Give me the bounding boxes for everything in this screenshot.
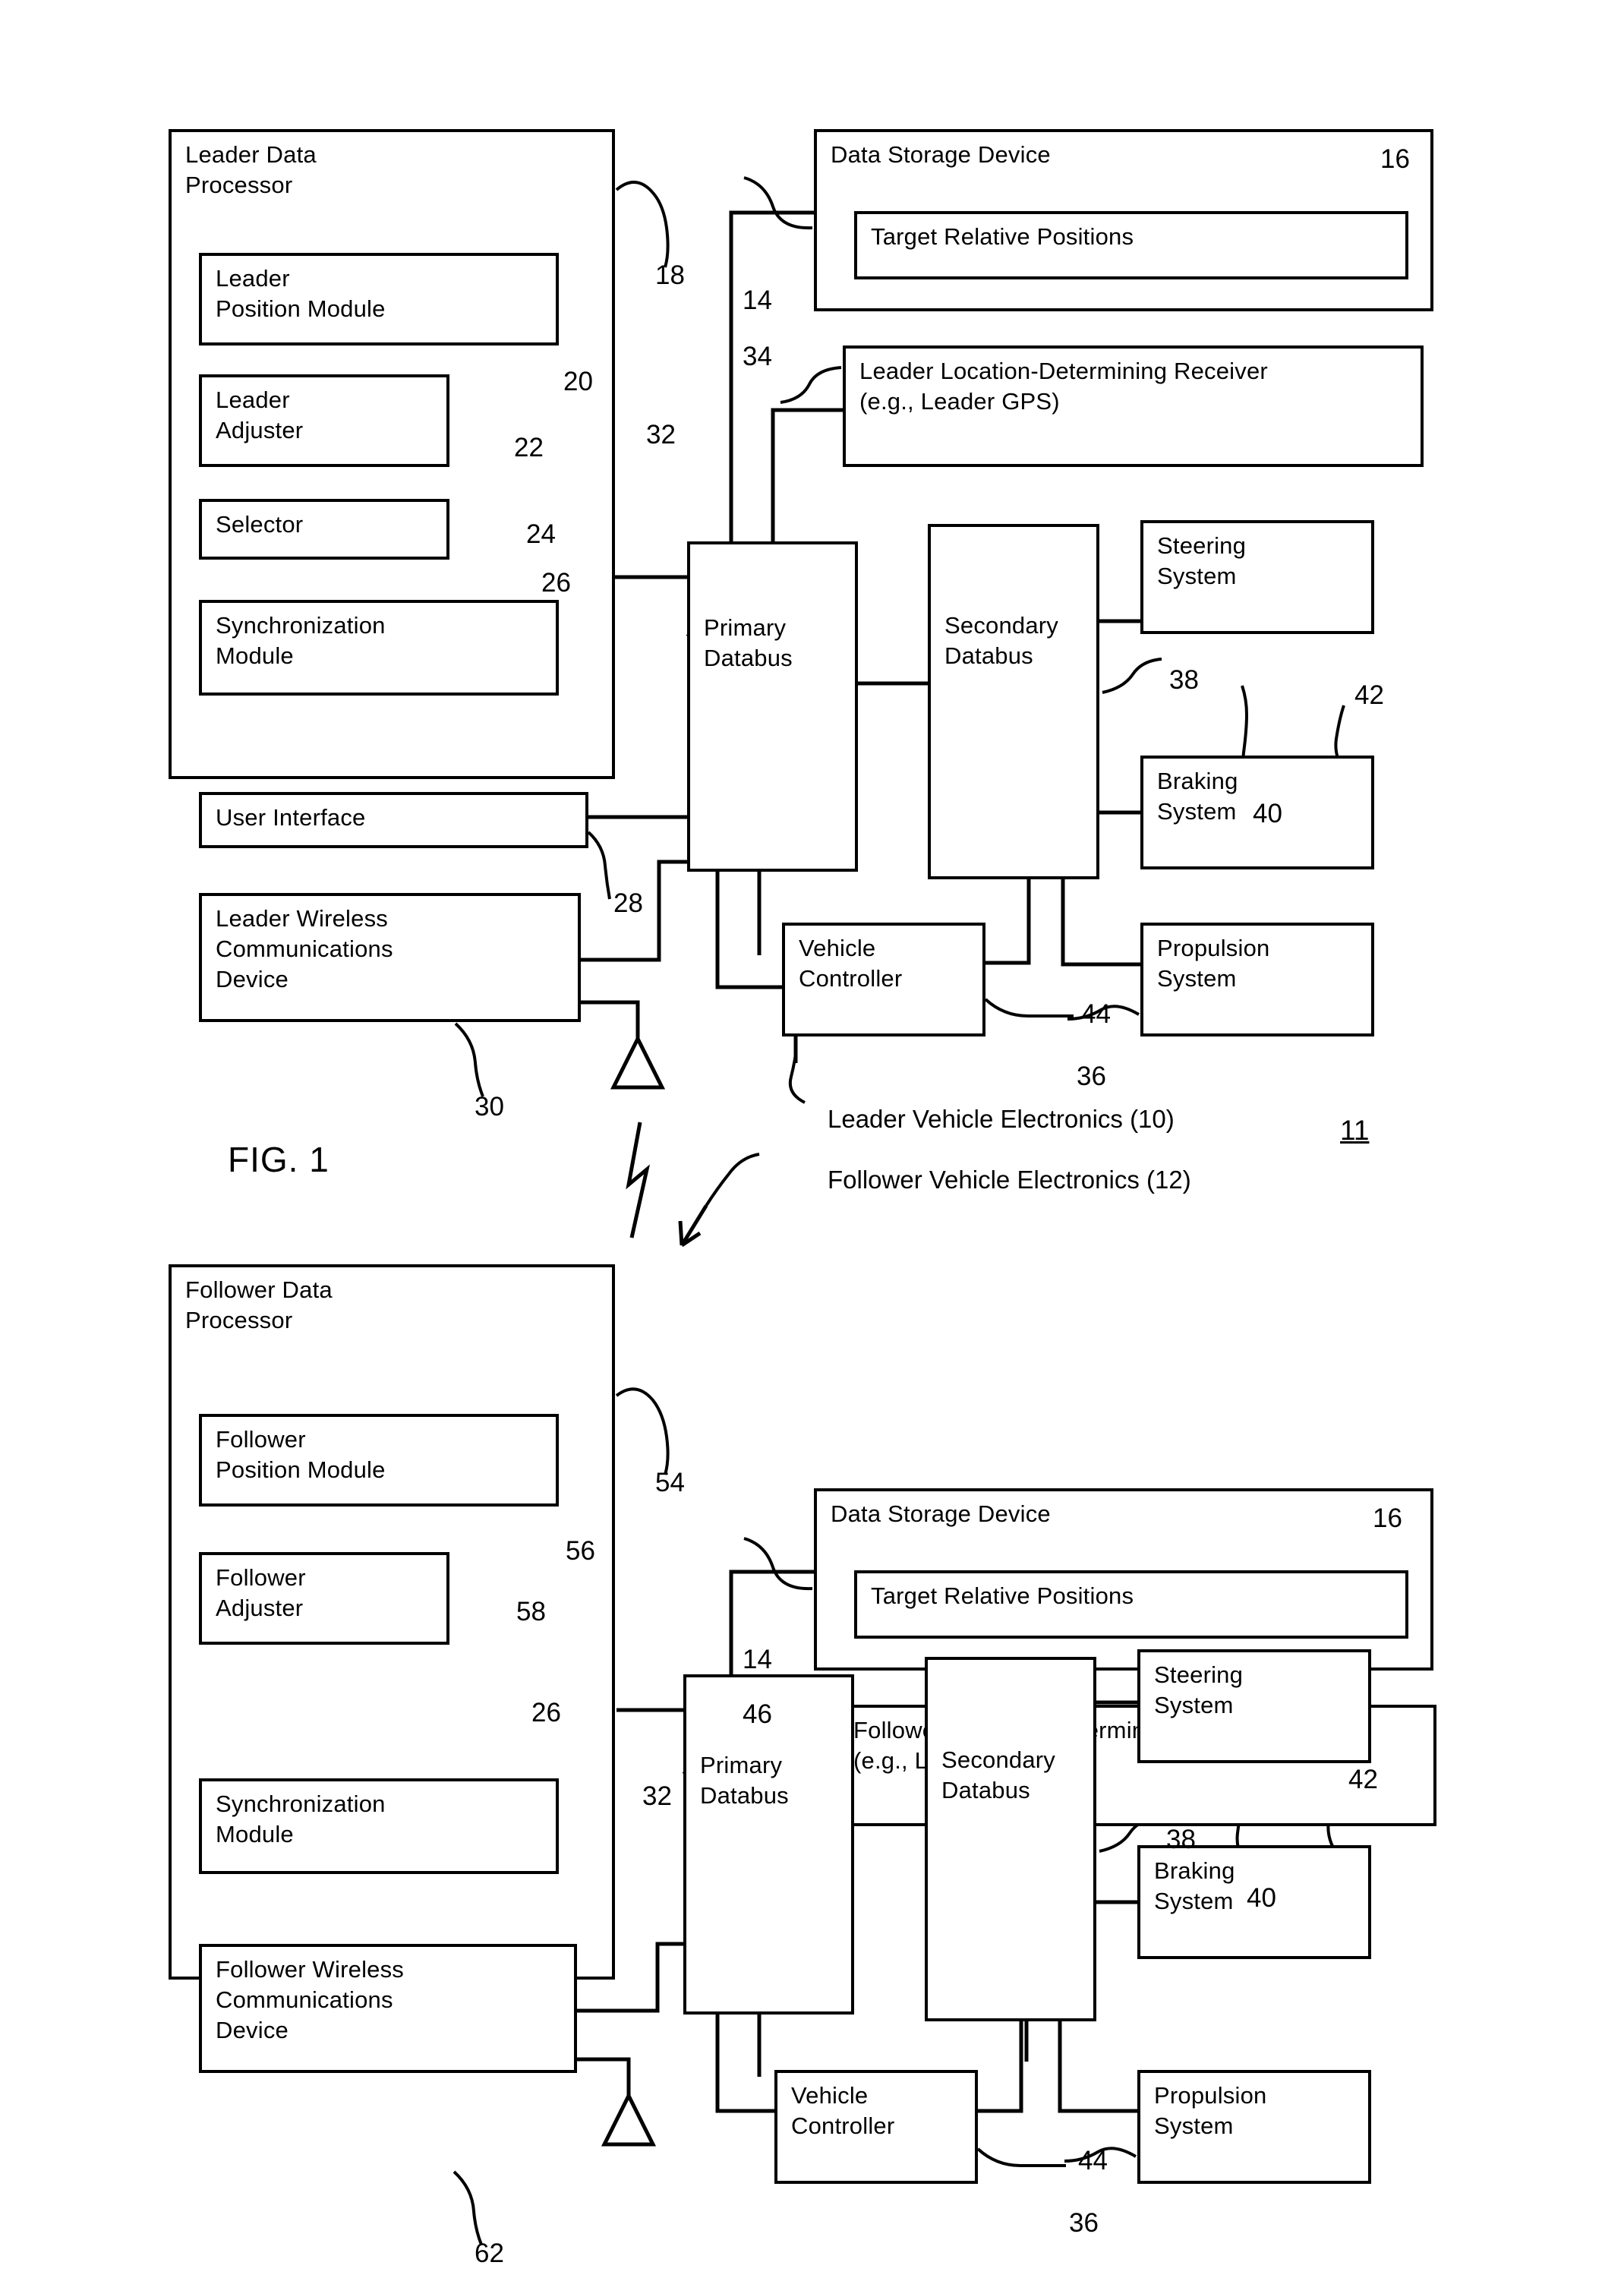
follower-vehicle-controller-block: Vehicle Controller xyxy=(774,2070,978,2184)
braking-system-label: Braking System xyxy=(1157,768,1238,825)
follower-steering-system-block: Steering System xyxy=(1137,1649,1371,1763)
ref-20: 20 xyxy=(563,367,593,396)
ref-38: 38 xyxy=(1169,665,1199,695)
data-storage-device-label: Data Storage Device xyxy=(831,141,1051,168)
primary-databus-label: Primary Databus xyxy=(704,614,793,671)
ref2-14: 14 xyxy=(743,1645,772,1674)
ref2-62: 62 xyxy=(475,2239,504,2268)
follower-propulsion-system-block: Propulsion System xyxy=(1137,2070,1371,2184)
secondary-databus-block: Secondary Databus xyxy=(928,524,1099,879)
secondary-databus-label: Secondary Databus xyxy=(944,612,1059,669)
propulsion-system-block: Propulsion System xyxy=(1140,923,1374,1036)
leader-location-determining-receiver-block: Leader Location-Determining Receiver (e.… xyxy=(843,345,1424,467)
ref-24: 24 xyxy=(526,519,556,549)
follower-steering-system-label: Steering System xyxy=(1154,1661,1244,1718)
leader-location-determining-receiver-label: Leader Location-Determining Receiver (e.… xyxy=(859,358,1268,415)
leader-wireless-communications-device-block: Leader Wireless Communications Device xyxy=(199,893,581,1022)
follower-secondary-databus-block: Secondary Databus xyxy=(925,1657,1096,2021)
vehicle-controller-block: Vehicle Controller xyxy=(782,923,985,1036)
ref-42: 42 xyxy=(1354,680,1384,710)
ref2-44: 44 xyxy=(1078,2146,1108,2175)
patent-drawing-sheet: Leader Data Processor Leader Position Mo… xyxy=(0,0,1624,2278)
leader-vehicle-electronics-annotation: Leader Vehicle Electronics (10) xyxy=(828,1105,1175,1133)
leader-data-processor-label: Leader Data Processor xyxy=(185,141,317,198)
ref2-32: 32 xyxy=(642,1781,672,1811)
ref-36: 36 xyxy=(1077,1062,1106,1091)
synchronization-module-block: Synchronization Module xyxy=(199,600,559,696)
leader-wireless-communications-device-label: Leader Wireless Communications Device xyxy=(216,905,393,992)
leader-position-module-label: Leader Position Module xyxy=(216,265,386,322)
ref-22: 22 xyxy=(514,433,544,462)
ref-26: 26 xyxy=(541,568,571,598)
ref2-42: 42 xyxy=(1348,1765,1378,1794)
follower-position-module-label: Follower Position Module xyxy=(216,1426,386,1483)
follower-wireless-communications-device-block: Follower Wireless Communications Device xyxy=(199,1944,577,2073)
ref-44: 44 xyxy=(1081,999,1111,1029)
ref2-26: 26 xyxy=(531,1698,561,1727)
ref-40: 40 xyxy=(1253,799,1282,828)
ref2-16: 16 xyxy=(1373,1503,1402,1533)
sheet-number: 11 xyxy=(1340,1115,1370,1146)
user-interface-label: User Interface xyxy=(216,804,366,831)
leader-adjuster-block: Leader Adjuster xyxy=(199,374,449,467)
steering-system-block: Steering System xyxy=(1140,520,1374,634)
ref2-58: 58 xyxy=(516,1597,546,1626)
ref2-40: 40 xyxy=(1247,1883,1276,1913)
primary-databus-block: Primary Databus xyxy=(687,541,858,872)
ref2-46: 46 xyxy=(743,1699,772,1729)
follower-adjuster-block: Follower Adjuster xyxy=(199,1552,449,1645)
vehicle-controller-label: Vehicle Controller xyxy=(799,935,903,992)
follower-secondary-databus-label: Secondary Databus xyxy=(941,1746,1056,1803)
leader-position-module-block: Leader Position Module xyxy=(199,253,559,345)
selector-block: Selector xyxy=(199,499,449,560)
follower-synchronization-module-block: Synchronization Module xyxy=(199,1778,559,1874)
selector-label: Selector xyxy=(216,511,304,538)
ref-30: 30 xyxy=(475,1092,504,1122)
target-relative-positions-label: Target Relative Positions xyxy=(871,223,1134,250)
ref2-56: 56 xyxy=(566,1536,595,1566)
follower-vehicle-controller-label: Vehicle Controller xyxy=(791,2082,895,2139)
ref2-54: 54 xyxy=(655,1468,685,1497)
follower-target-relative-positions-block: Target Relative Positions xyxy=(854,1570,1408,1639)
ref-14: 14 xyxy=(743,286,772,315)
ref-28: 28 xyxy=(613,888,643,918)
ref-18: 18 xyxy=(655,260,685,290)
ref-16: 16 xyxy=(1380,144,1410,174)
follower-propulsion-system-label: Propulsion System xyxy=(1154,2082,1267,2139)
follower-synchronization-module-label: Synchronization Module xyxy=(216,1791,386,1847)
follower-braking-system-label: Braking System xyxy=(1154,1857,1235,1914)
figure-1-label: FIG. 1 xyxy=(228,1140,330,1179)
propulsion-system-label: Propulsion System xyxy=(1157,935,1270,992)
ref-34: 34 xyxy=(743,342,772,371)
target-relative-positions-block: Target Relative Positions xyxy=(854,211,1408,279)
follower-vehicle-electronics-annotation: Follower Vehicle Electronics (12) xyxy=(828,1166,1191,1194)
follower-target-relative-positions-label: Target Relative Positions xyxy=(871,1582,1134,1609)
follower-primary-databus-label: Primary Databus xyxy=(700,1752,789,1809)
ref2-38: 38 xyxy=(1166,1825,1196,1854)
ref-32: 32 xyxy=(646,420,676,450)
follower-data-processor-label: Follower Data Processor xyxy=(185,1276,333,1333)
steering-system-label: Steering System xyxy=(1157,532,1247,589)
follower-position-module-block: Follower Position Module xyxy=(199,1414,559,1507)
ref2-36: 36 xyxy=(1069,2208,1099,2238)
user-interface-block: User Interface xyxy=(199,792,588,848)
follower-wireless-communications-device-label: Follower Wireless Communications Device xyxy=(216,1956,404,2043)
synchronization-module-label: Synchronization Module xyxy=(216,612,386,669)
follower-data-storage-device-label: Data Storage Device xyxy=(831,1500,1051,1527)
follower-adjuster-label: Follower Adjuster xyxy=(216,1564,306,1621)
leader-adjuster-label: Leader Adjuster xyxy=(216,387,304,443)
